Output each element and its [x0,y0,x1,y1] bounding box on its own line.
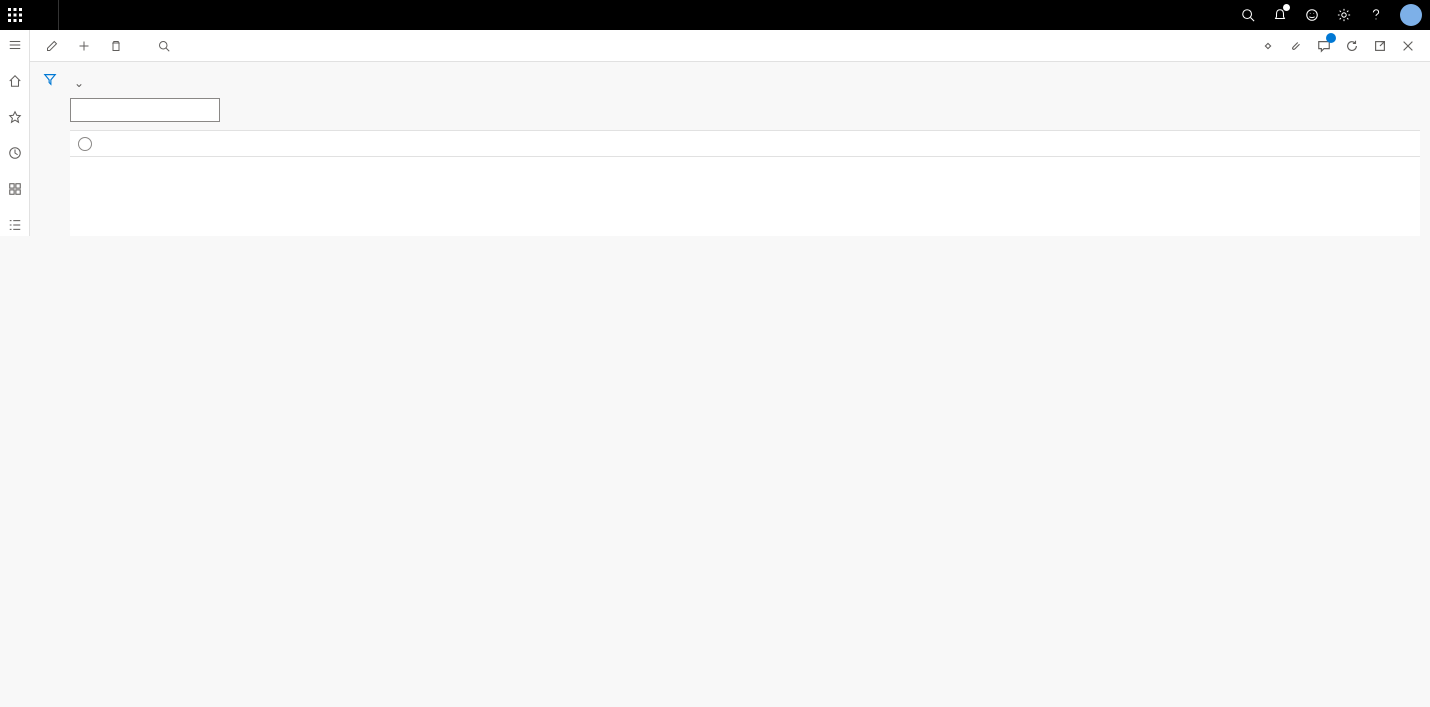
select-all[interactable] [70,137,100,151]
chevron-down-icon: ⌄ [74,76,84,90]
grid-header: ↓ [70,131,1420,157]
star-icon[interactable] [0,106,30,128]
command-bar [30,30,1430,62]
workspace-icon[interactable] [0,178,30,200]
edit-button[interactable] [38,31,70,61]
smiley-icon[interactable] [1298,0,1326,30]
options-button[interactable] [134,31,150,61]
filter-pane-toggle[interactable] [30,62,70,236]
app-launcher-icon[interactable] [0,0,30,30]
cmd-search-icon[interactable] [150,31,178,61]
view-title[interactable]: ⌄ [70,76,1420,90]
home-icon[interactable] [0,70,30,92]
close-icon[interactable] [1394,31,1422,61]
bell-icon[interactable] [1266,0,1294,30]
new-button[interactable] [70,31,102,61]
gear-icon[interactable] [1330,0,1358,30]
hamburger-icon[interactable] [0,34,30,56]
top-bar [0,0,1430,30]
filter-field[interactable] [81,103,236,117]
clock-icon[interactable] [0,142,30,164]
refresh-icon[interactable] [1338,31,1366,61]
help-icon[interactable] [1362,0,1390,30]
message-icon[interactable] [1310,31,1338,61]
message-badge [1326,33,1336,43]
delete-button[interactable] [102,31,134,61]
data-grid: ⋮ ↓ [70,130,1420,236]
quick-filter-input[interactable] [70,98,220,122]
left-nav-rail [0,30,30,236]
search-icon[interactable] [1234,0,1262,30]
app-title [30,0,59,30]
attach-icon[interactable] [1282,31,1310,61]
modules-icon[interactable] [0,214,30,236]
focus-icon[interactable] [1254,31,1282,61]
user-avatar[interactable] [1400,4,1422,26]
popout-icon[interactable] [1366,31,1394,61]
